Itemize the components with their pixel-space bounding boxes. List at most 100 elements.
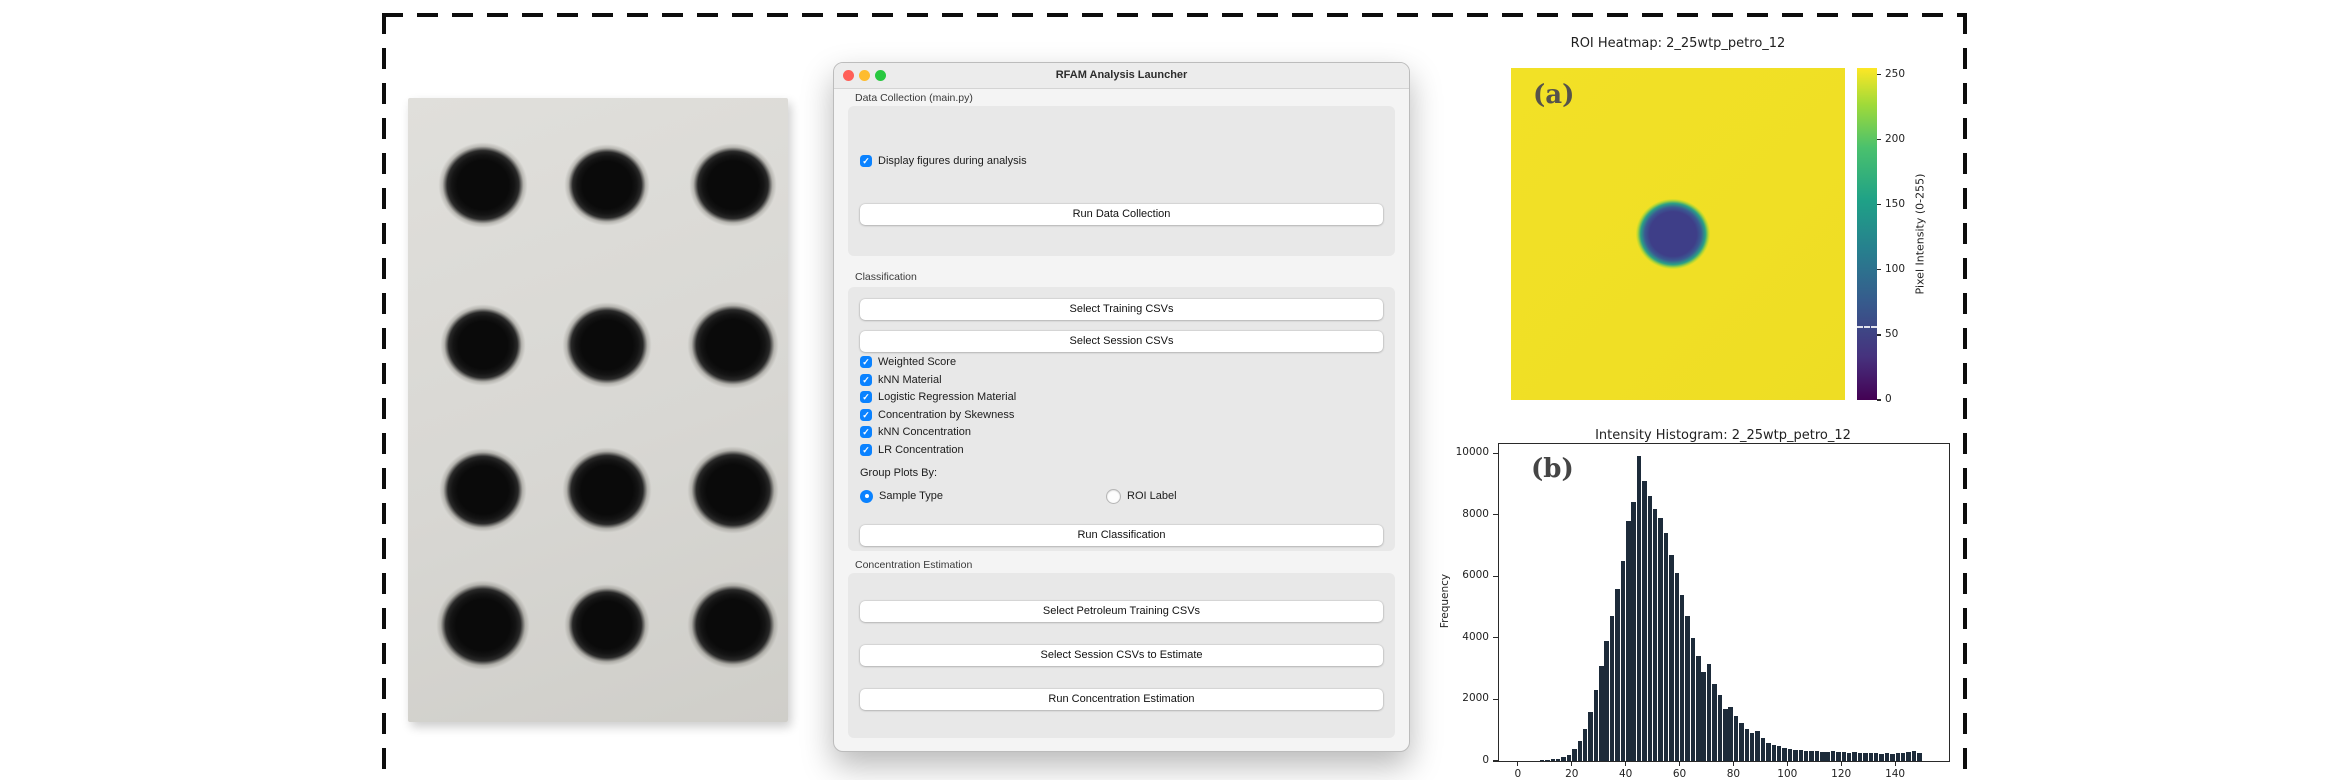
x-axis-tick-label: 140	[1885, 768, 1906, 780]
close-window-button[interactable]	[843, 70, 854, 81]
histogram-bar	[1604, 640, 1609, 761]
histogram-ylabel: Frequency	[1439, 573, 1451, 629]
y-axis-tick	[1493, 514, 1498, 516]
concentration-by-skewness-checkbox[interactable]	[860, 408, 872, 421]
sample-spot	[563, 583, 651, 667]
histogram-bar	[1717, 694, 1723, 761]
x-axis-tick	[1517, 761, 1519, 766]
select-training-csvs-button[interactable]: Select Training CSVs	[860, 299, 1383, 320]
colorbar-tick	[1877, 269, 1881, 271]
select-session-csvs-button[interactable]: Select Session CSVs	[860, 331, 1383, 352]
run-classification-button[interactable]: Run Classification	[860, 525, 1383, 546]
sample-type-radio[interactable]	[860, 489, 873, 503]
histogram-bar	[1733, 716, 1739, 761]
histogram-bar	[1701, 671, 1706, 761]
histogram-bar	[1744, 728, 1750, 761]
histogram-bar	[1658, 517, 1663, 761]
display-figures-checkbox-label: Display figures during analysis	[878, 155, 1027, 167]
histogram-bar	[1679, 594, 1685, 761]
histogram-bar	[1787, 748, 1793, 761]
histogram-bar	[1836, 752, 1841, 761]
window-titlebar: RFAM Analysis Launcher	[834, 63, 1409, 89]
lr-concentration-checkbox[interactable]	[860, 443, 872, 456]
x-axis-tick-label: 80	[1726, 768, 1741, 780]
y-axis-tick-label: 4000	[1462, 630, 1489, 643]
checkbox-row-display-figures: Display figures during analysis	[860, 154, 1027, 168]
run-data-collection-button[interactable]: Run Data Collection	[860, 204, 1383, 225]
group-box-classification: Select Training CSVs Select Session CSVs…	[848, 287, 1395, 551]
specimen-photo	[408, 98, 788, 722]
roi-heatmap: (a)	[1511, 68, 1845, 400]
figure-border-top	[382, 13, 1967, 17]
histogram-bar	[1685, 616, 1690, 761]
colorbar-tick	[1877, 204, 1881, 206]
histogram-bar	[1620, 560, 1626, 761]
colorbar-tick-label: 0	[1885, 393, 1892, 405]
intensity-histogram: (b) 0 2000 4000 6000 8000 10000 0 20 40 60 80 100 12…	[1456, 443, 1950, 780]
sample-spot	[563, 143, 651, 227]
colorbar-tick	[1877, 73, 1881, 76]
histogram-bar	[1857, 753, 1863, 761]
histogram-bar	[1900, 753, 1906, 761]
roi-label-radio-label: ROI Label	[1127, 490, 1177, 502]
sample-spot	[435, 579, 531, 671]
heatmap-sample-spot	[1634, 197, 1712, 271]
histogram-bar	[1820, 751, 1825, 761]
run-concentration-estimation-button[interactable]: Run Concentration Estimation	[860, 689, 1383, 710]
weighted-score-label: Weighted Score	[878, 356, 957, 368]
histogram-bar	[1577, 741, 1583, 761]
histogram-bar	[1809, 751, 1814, 761]
y-axis-tick	[1493, 575, 1498, 577]
knn-material-checkbox[interactable]	[860, 373, 872, 386]
x-axis-tick	[1625, 761, 1627, 766]
histogram-bar	[1917, 753, 1922, 761]
histogram-bar	[1841, 752, 1847, 761]
concentration-by-skewness-label: Concentration by Skewness	[878, 408, 1015, 421]
sample-spot	[561, 446, 653, 534]
colorbar-threshold-line	[1857, 325, 1877, 328]
roi-label-radio[interactable]	[1106, 488, 1121, 504]
zoom-window-button[interactable]	[875, 70, 886, 81]
histogram-bar	[1706, 664, 1712, 761]
histogram-bar	[1798, 750, 1803, 761]
checkbox-row-logistic-regression-material: Logistic Regression Material	[860, 390, 1016, 404]
display-figures-checkbox[interactable]	[860, 155, 872, 167]
histogram-bar	[1572, 749, 1577, 761]
x-axis-tick-label: 20	[1565, 768, 1579, 780]
minimize-window-button[interactable]	[859, 70, 870, 81]
colorbar-tick	[1877, 334, 1881, 336]
histogram-bar	[1739, 722, 1744, 761]
colorbar-tick-label: 100	[1885, 262, 1906, 275]
figure-canvas: RFAM Analysis Launcher Data Collection (…	[0, 0, 2350, 780]
histogram-bar	[1879, 753, 1884, 761]
histogram-bar	[1723, 708, 1728, 761]
radio-row-roi-label: ROI Label	[1106, 488, 1177, 504]
select-session-csvs-to-estimate-button[interactable]: Select Session CSVs to Estimate	[860, 645, 1383, 666]
y-axis-tick-label: 2000	[1462, 692, 1489, 705]
sample-spot	[438, 447, 528, 533]
weighted-score-checkbox[interactable]	[860, 356, 872, 368]
knn-concentration-checkbox[interactable]	[860, 426, 872, 438]
sample-type-radio-label: Sample Type	[879, 490, 944, 502]
logistic-regression-material-checkbox[interactable]	[860, 391, 872, 403]
x-axis-tick-label: 100	[1777, 768, 1798, 780]
checkbox-row-weighted-score: Weighted Score	[860, 355, 956, 369]
colorbar: 0 50 100 150 200 250	[1857, 68, 1905, 405]
histogram-bar	[1631, 502, 1636, 761]
y-axis-tick	[1493, 760, 1498, 762]
histogram-bar	[1911, 751, 1917, 761]
colorbar-tick-label: 50	[1885, 327, 1899, 340]
knn-concentration-label: kNN Concentration	[878, 426, 971, 438]
colorbar-tick	[1877, 138, 1881, 141]
histogram-bar	[1793, 749, 1798, 761]
rfam-launcher-window: RFAM Analysis Launcher Data Collection (…	[833, 62, 1410, 752]
histogram-bar	[1766, 742, 1771, 761]
sample-spot	[686, 445, 780, 535]
panel-label-b: (b)	[1531, 454, 1574, 484]
figure-border-right	[1963, 13, 1967, 780]
group-plots-by-label: Group Plots By:	[860, 467, 938, 479]
histogram-bar	[1906, 752, 1911, 761]
histogram-bar	[1626, 520, 1631, 761]
select-petroleum-training-csvs-button[interactable]: Select Petroleum Training CSVs	[860, 601, 1383, 622]
histogram-bar	[1868, 753, 1874, 761]
